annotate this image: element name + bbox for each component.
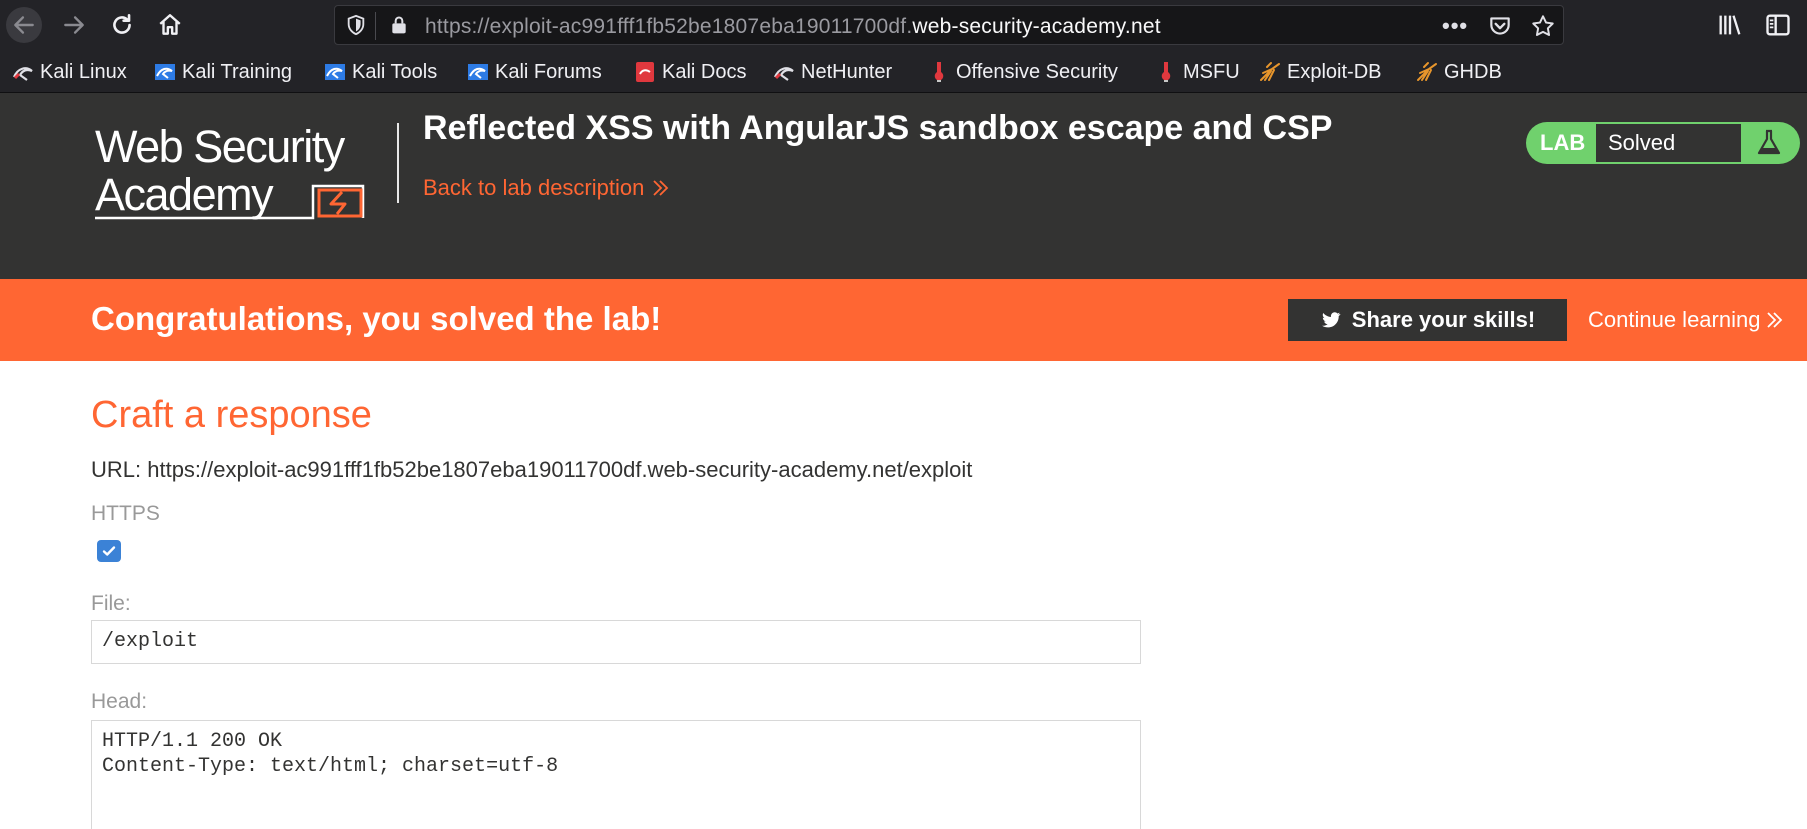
kali-tools-icon <box>325 64 345 80</box>
bookmark-label: GHDB <box>1444 60 1502 83</box>
svg-text:Academy: Academy <box>95 169 274 220</box>
share-button-label: Share your skills! <box>1351 307 1536 332</box>
lab-status-widget: LAB Solved <box>1526 122 1800 164</box>
home-button[interactable] <box>152 7 188 43</box>
kali-dragon-icon <box>12 67 33 81</box>
bookmarks-toolbar: Kali Linux Kali Training Kali Tools Kali… <box>0 50 1807 93</box>
star-icon[interactable] <box>1530 13 1556 39</box>
bookmark-exploit-db[interactable]: Exploit-DB <box>1259 59 1381 85</box>
twitter-icon <box>1321 312 1341 328</box>
bookmark-msfu[interactable]: MSFU <box>1155 59 1240 85</box>
pocket-icon[interactable] <box>1487 13 1513 39</box>
exploit-db-icon <box>1260 62 1280 81</box>
logo-divider <box>397 123 399 203</box>
svg-text:Web Security: Web Security <box>95 122 346 172</box>
continue-learning-label: Continue learning <box>1588 307 1761 332</box>
bookmark-label: Kali Linux <box>40 60 127 83</box>
library-icon[interactable] <box>1716 11 1744 39</box>
share-your-skills-button[interactable]: Share your skills! <box>1288 299 1567 341</box>
double-chevron-right-icon <box>653 180 669 196</box>
bookmark-label: Kali Forums <box>495 60 602 83</box>
forward-arrow-icon <box>64 16 84 34</box>
back-button[interactable] <box>6 7 42 43</box>
ghdb-icon <box>1417 62 1437 81</box>
url-bar-separator <box>375 12 376 40</box>
offensive-security-icon <box>934 62 944 82</box>
more-dots-icon[interactable]: ••• <box>1442 13 1468 39</box>
nethunter-icon <box>773 67 794 81</box>
bookmark-label: NetHunter <box>801 60 893 83</box>
kali-forums-icon <box>468 64 488 80</box>
back-to-lab-description-link[interactable]: Back to lab description <box>423 175 670 201</box>
file-input[interactable]: /exploit <box>91 620 1141 664</box>
lab-status-text: Solved <box>1596 124 1741 162</box>
bookmark-label: MSFU <box>1183 60 1240 83</box>
bookmark-kali-linux[interactable]: Kali Linux <box>12 59 127 85</box>
lab-badge: LAB <box>1540 130 1586 155</box>
congratulations-message: Congratulations, you solved the lab! <box>91 300 662 337</box>
back-arrow-icon <box>14 16 34 34</box>
home-icon <box>159 14 181 35</box>
shield-icon[interactable] <box>345 14 367 36</box>
url-bar[interactable]: https://exploit-ac991fff1fb52be1807eba19… <box>334 5 1564 45</box>
msfu-icon <box>1161 62 1171 82</box>
back-link-label: Back to lab description <box>423 175 645 200</box>
flask-icon <box>1757 129 1781 155</box>
lab-solved-banner: Congratulations, you solved the lab! Sha… <box>0 279 1807 361</box>
bookmark-ghdb[interactable]: GHDB <box>1416 59 1502 85</box>
bookmark-label: Kali Docs <box>662 60 747 83</box>
exploit-url-text: URL: https://exploit-ac991fff1fb52be1807… <box>91 457 973 482</box>
lock-icon[interactable] <box>389 15 409 35</box>
head-label: Head: <box>91 690 148 713</box>
lab-title: Reflected XSS with AngularJS sandbox esc… <box>423 109 1333 147</box>
checkmark-icon <box>102 546 116 556</box>
reload-icon <box>113 13 131 34</box>
bookmark-label: Offensive Security <box>956 60 1118 83</box>
reload-button[interactable] <box>104 7 140 43</box>
sidebar-icon[interactable] <box>1764 11 1792 39</box>
double-chevron-right-icon <box>1767 312 1783 328</box>
bookmark-kali-training[interactable]: Kali Training <box>154 59 292 85</box>
url-text[interactable]: https://exploit-ac991fff1fb52be1807eba19… <box>425 15 1161 39</box>
bookmark-kali-docs[interactable]: Kali Docs <box>634 59 746 85</box>
url-prefix: https://exploit-ac991fff1fb52be1807eba19… <box>425 15 913 38</box>
kali-training-icon <box>155 64 175 80</box>
https-checkbox[interactable] <box>97 540 121 562</box>
bookmark-label: Kali Training <box>182 60 293 83</box>
bookmark-kali-tools[interactable]: Kali Tools <box>324 59 437 85</box>
web-security-academy-logo[interactable]: Web Security Academy <box>93 122 403 234</box>
https-label: HTTPS <box>91 502 160 525</box>
continue-learning-link[interactable]: Continue learning <box>1588 307 1784 333</box>
bookmark-offensive-security[interactable]: Offensive Security <box>928 59 1118 85</box>
url-domain: web-security-academy.net <box>912 15 1161 38</box>
academy-header: Web Security Academy Reflected XSS with … <box>0 93 1807 279</box>
bookmark-label: Kali Tools <box>352 60 438 83</box>
kali-docs-icon <box>636 62 654 82</box>
bookmark-kali-forums[interactable]: Kali Forums <box>467 59 602 85</box>
craft-response-heading: Craft a response <box>91 394 372 436</box>
bookmark-label: Exploit-DB <box>1287 60 1382 83</box>
browser-toolbar: https://exploit-ac991fff1fb52be1807eba19… <box>0 0 1807 50</box>
head-textarea[interactable]: HTTP/1.1 200 OK Content-Type: text/html;… <box>91 720 1141 829</box>
bookmark-nethunter[interactable]: NetHunter <box>773 59 892 85</box>
file-label: File: <box>91 592 131 615</box>
forward-button[interactable] <box>56 7 92 43</box>
